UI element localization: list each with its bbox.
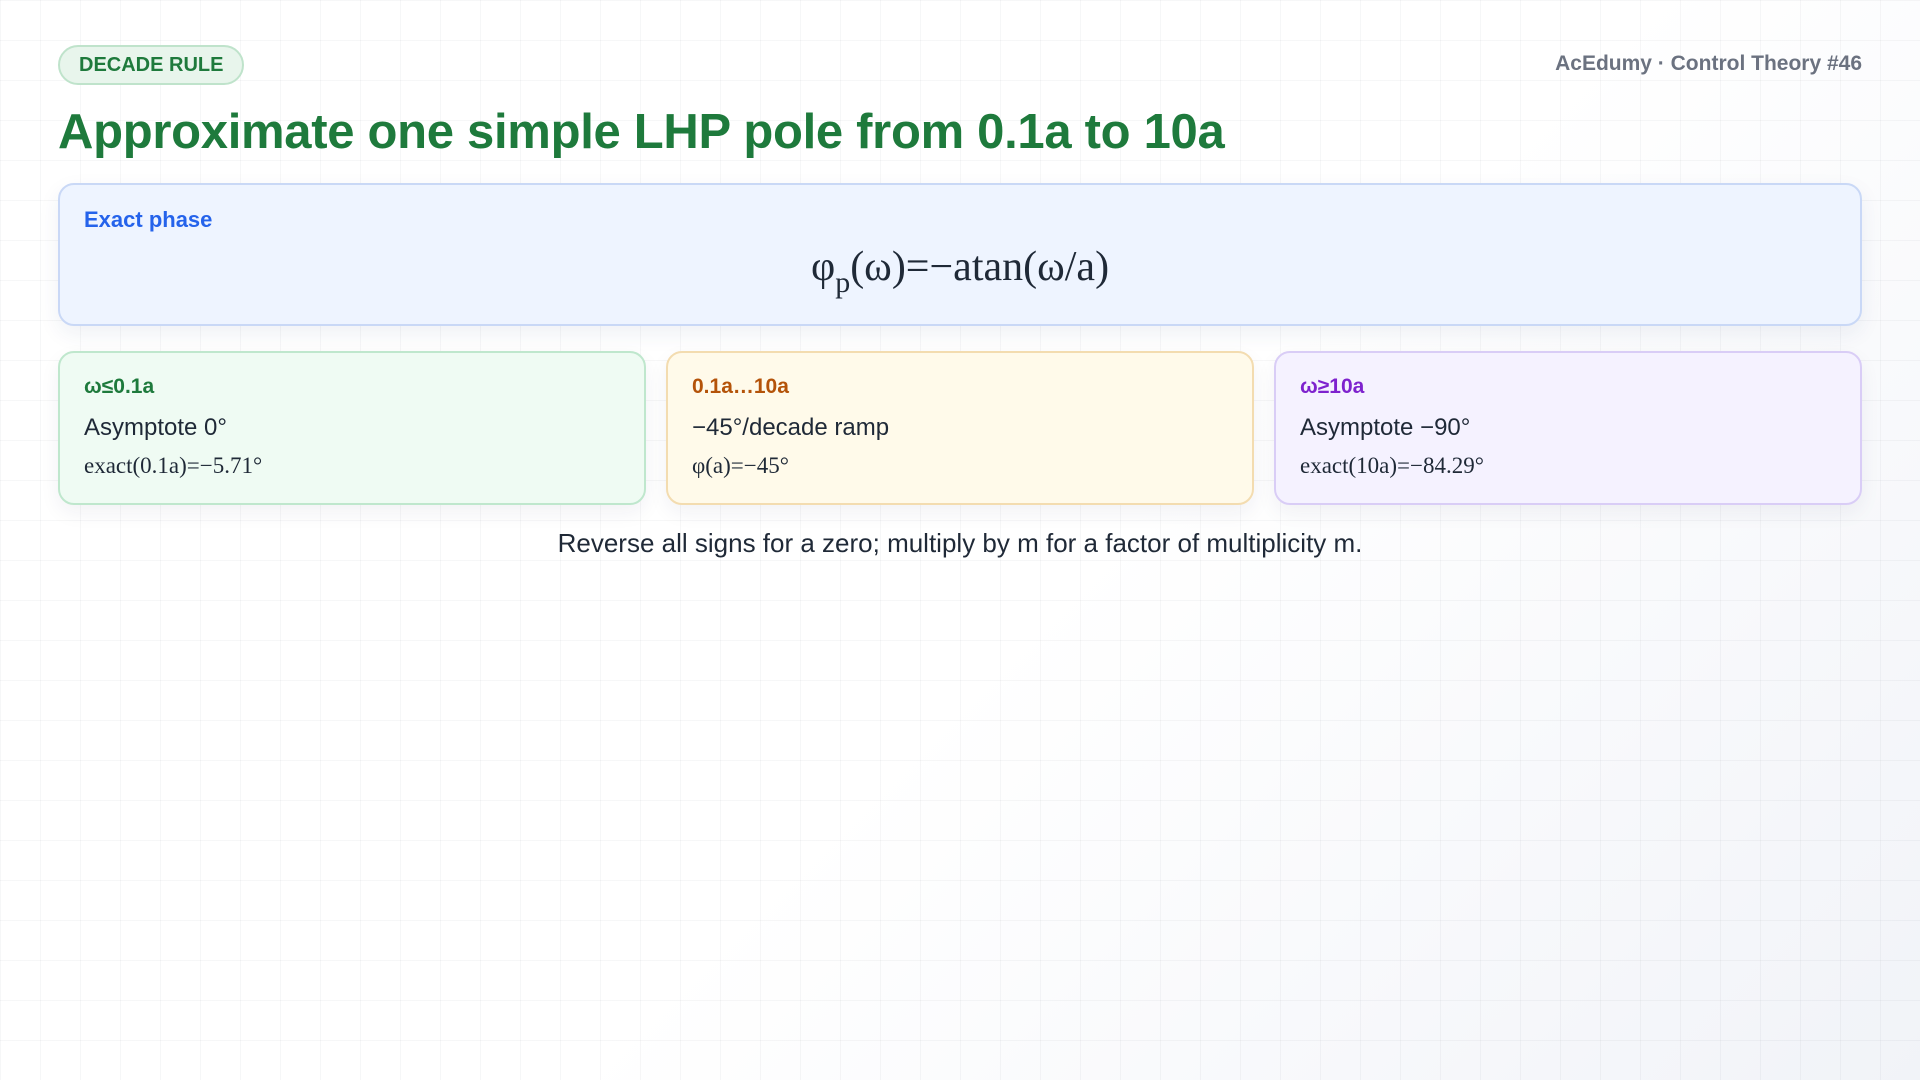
exact-phase-label: Exact phase	[84, 207, 213, 232]
high-frequency-card: ω≥10a Asymptote −90° exact(10a)=−84.29°	[1274, 351, 1862, 505]
formula-body: (ω)=−atan(ω/a)	[850, 244, 1110, 290]
card-exact-value: φ(a)=−45°	[692, 453, 789, 478]
brand-label: AcEdumy · Control Theory #46	[1555, 52, 1862, 75]
card-description: −45°/decade ramp	[692, 414, 890, 441]
card-description: Asymptote 0°	[84, 414, 227, 441]
mid-frequency-card: 0.1a…10a −45°/decade ramp φ(a)=−45°	[666, 351, 1254, 505]
card-range-label: ω≤0.1a	[84, 375, 155, 398]
topic-badge-label: DECADE RULE	[79, 53, 224, 76]
low-frequency-card: ω≤0.1a Asymptote 0° exact(0.1a)=−5.71°	[58, 351, 646, 505]
formula-symbol: φ	[810, 244, 836, 290]
card-exact-value: exact(10a)=−84.29°	[1300, 453, 1484, 478]
topic-badge: DECADE RULE	[58, 45, 245, 85]
formula-subscript: p	[835, 266, 851, 299]
asymptote-cards: ω≤0.1a Asymptote 0° exact(0.1a)=−5.71° 0…	[58, 351, 1862, 505]
page-title: Approximate one simple LHP pole from 0.1…	[58, 105, 1225, 159]
exact-phase-formula: φp(ω)=−atan(ω/a)	[60, 243, 1860, 299]
card-exact-value: exact(0.1a)=−5.71°	[84, 453, 263, 478]
card-range-label: ω≥10a	[1300, 375, 1365, 398]
card-range-label: 0.1a…10a	[692, 375, 789, 398]
footnote: Reverse all signs for a zero; multiply b…	[557, 528, 1363, 558]
exact-phase-card: Exact phase φp(ω)=−atan(ω/a)	[58, 183, 1862, 326]
card-description: Asymptote −90°	[1300, 414, 1471, 441]
